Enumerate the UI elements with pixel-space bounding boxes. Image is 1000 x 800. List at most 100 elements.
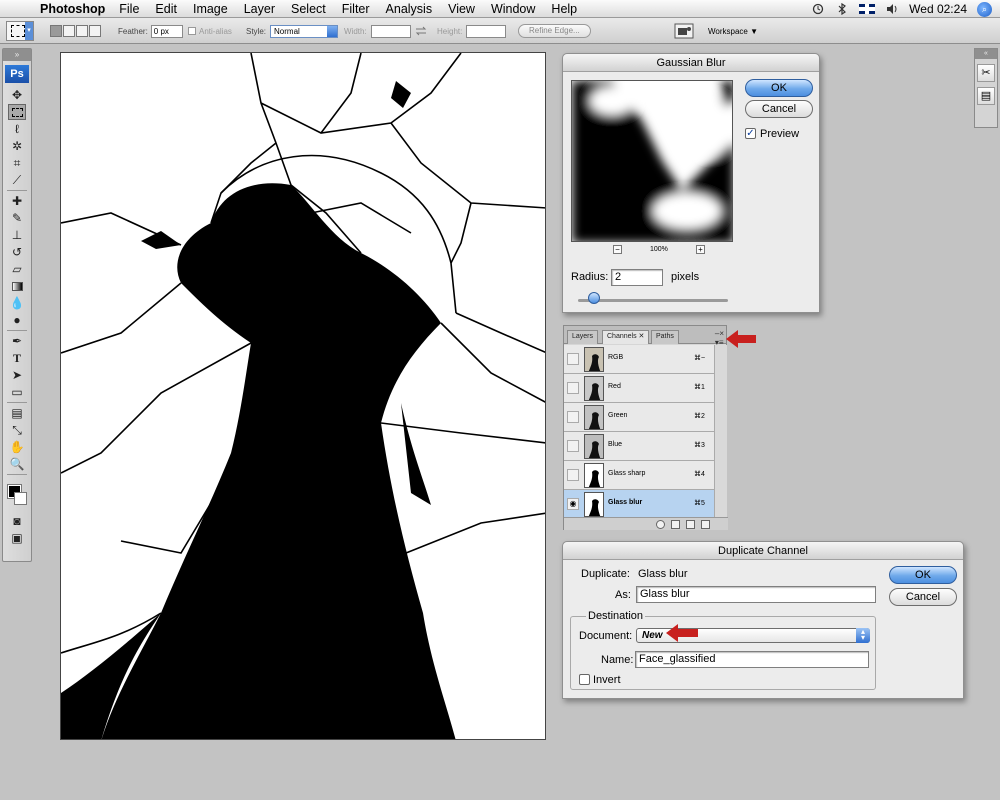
menu-view[interactable]: View [448, 2, 475, 16]
width-input[interactable] [370, 24, 411, 38]
height-input[interactable] [466, 24, 507, 38]
trash-icon[interactable] [701, 519, 710, 529]
ok-button[interactable]: OK [745, 79, 813, 97]
zoom-tool-icon[interactable]: 🔍 [8, 456, 26, 472]
tool-preset-picker[interactable]: ▾ [6, 18, 42, 44]
channel-row-glass-sharp[interactable]: Glass sharp ⌘4 [564, 461, 714, 490]
menu-select[interactable]: Select [291, 2, 326, 16]
menu-edit[interactable]: Edit [155, 2, 177, 16]
time-machine-icon[interactable] [811, 3, 825, 15]
tools-dock-icon[interactable]: ✂ [977, 64, 995, 82]
channel-name: Green [608, 412, 628, 419]
ok-button[interactable]: OK [889, 566, 957, 584]
channel-shortcut: ⌘2 [694, 413, 705, 420]
menu-file[interactable]: File [119, 2, 139, 16]
as-input[interactable]: Glass blur [636, 586, 876, 603]
menu-analysis[interactable]: Analysis [386, 2, 433, 16]
clone-stamp-tool-icon[interactable]: ⊥ [8, 227, 26, 243]
radius-slider-thumb[interactable] [588, 292, 600, 304]
panel-dock-icon[interactable]: ▤ [977, 87, 995, 105]
channel-row-blue[interactable]: Blue ⌘3 [564, 432, 714, 461]
slice-tool-icon[interactable]: ⟋ [8, 172, 26, 188]
swap-dimensions-icon[interactable] [414, 25, 428, 37]
ps-logo[interactable]: Ps [5, 65, 29, 83]
pen-tool-icon[interactable]: ✒ [8, 333, 26, 349]
menu-layer[interactable]: Layer [244, 2, 275, 16]
save-selection-icon[interactable] [671, 519, 680, 529]
duplicate-channel-title[interactable]: Duplicate Channel [563, 542, 963, 560]
eye-icon[interactable]: ◉ [567, 498, 579, 510]
gradient-tool-icon[interactable] [8, 278, 26, 294]
gaussian-blur-title[interactable]: Gaussian Blur [563, 54, 819, 72]
radius-input[interactable]: 2 [611, 269, 663, 286]
name-input[interactable]: Face_glassified [635, 651, 869, 668]
channel-row-green[interactable]: Green ⌘2 [564, 403, 714, 432]
brush-tool-icon[interactable]: ✎ [8, 210, 26, 226]
refine-edge-button[interactable]: Refine Edge... [518, 24, 591, 38]
style-select[interactable]: Normal [270, 24, 339, 38]
tab-paths[interactable]: Paths [651, 330, 679, 344]
volume-icon[interactable] [885, 3, 899, 15]
radius-slider-track[interactable] [578, 299, 728, 302]
menu-filter[interactable]: Filter [342, 2, 370, 16]
preview-checkbox[interactable]: ✓ [745, 128, 756, 139]
input-menu-flag-icon[interactable] [859, 4, 876, 14]
anti-alias-checkbox[interactable] [188, 27, 196, 35]
eyedropper-tool-icon[interactable]: ⤡ [8, 422, 26, 438]
visibility-toggle[interactable] [567, 411, 579, 423]
cancel-button[interactable]: Cancel [889, 588, 957, 606]
visibility-toggle[interactable] [567, 469, 579, 481]
dock-grip[interactable]: « [975, 49, 997, 59]
bluetooth-icon[interactable] [835, 3, 849, 15]
hand-tool-icon[interactable]: ✋ [8, 439, 26, 455]
zoom-out-button[interactable]: − [613, 245, 622, 254]
type-tool-icon[interactable]: T [8, 350, 26, 366]
menubar-clock[interactable]: Wed 02:24 [909, 2, 967, 16]
spotlight-icon[interactable]: ⌕ [977, 1, 992, 17]
screen-mode-icon[interactable]: ▣ [8, 530, 26, 546]
menu-image[interactable]: Image [193, 2, 228, 16]
healing-brush-tool-icon[interactable]: ✚ [8, 193, 26, 209]
visibility-toggle[interactable] [567, 353, 579, 365]
visibility-toggle[interactable] [567, 382, 579, 394]
add-selection-button[interactable] [63, 25, 75, 37]
load-selection-icon[interactable] [656, 519, 665, 529]
tab-channels[interactable]: Channels ✕ [602, 330, 650, 344]
channels-scrollbar[interactable] [714, 345, 727, 517]
blur-preview[interactable] [571, 80, 733, 242]
panel-grip[interactable]: » [3, 49, 31, 61]
magic-wand-tool-icon[interactable]: ✲ [8, 138, 26, 154]
eraser-tool-icon[interactable]: ▱ [8, 261, 26, 277]
visibility-toggle[interactable] [567, 440, 579, 452]
history-brush-tool-icon[interactable]: ↺ [8, 244, 26, 260]
new-channel-icon[interactable] [686, 519, 695, 529]
subtract-selection-button[interactable] [76, 25, 88, 37]
channel-row-glass-blur[interactable]: ◉ Glass blur ⌘5 [564, 490, 714, 517]
blur-tool-icon[interactable]: 💧 [8, 295, 26, 311]
quick-mask-icon[interactable]: ◙ [8, 513, 26, 529]
marquee-tool-icon[interactable] [8, 104, 26, 120]
channel-row-red[interactable]: Red ⌘1 [564, 374, 714, 403]
background-color-swatch[interactable] [14, 492, 27, 505]
path-selection-tool-icon[interactable]: ➤ [8, 367, 26, 383]
move-tool-icon[interactable]: ✥ [8, 87, 26, 103]
workspace-button[interactable]: Workspace ▼ [708, 27, 758, 36]
intersect-selection-button[interactable] [89, 25, 101, 37]
menu-help[interactable]: Help [551, 2, 577, 16]
crop-tool-icon[interactable]: ⌗ [8, 155, 26, 171]
feather-input[interactable]: 0 px [150, 24, 183, 38]
shape-tool-icon[interactable]: ▭ [8, 384, 26, 400]
menu-app-name[interactable]: Photoshop [40, 2, 105, 16]
menu-window[interactable]: Window [491, 2, 535, 16]
channel-row-rgb[interactable]: RGB ⌘~ [564, 345, 714, 374]
notes-tool-icon[interactable]: ▤ [8, 405, 26, 421]
tab-layers[interactable]: Layers [567, 330, 599, 344]
document-canvas[interactable] [60, 52, 546, 740]
lasso-tool-icon[interactable]: ℓ [8, 121, 26, 137]
zoom-in-button[interactable]: + [695, 245, 705, 254]
invert-checkbox[interactable] [579, 674, 590, 685]
new-selection-button[interactable] [50, 25, 62, 37]
file-browser-icon[interactable] [674, 23, 694, 39]
cancel-button[interactable]: Cancel [745, 100, 813, 118]
dodge-tool-icon[interactable]: ● [8, 312, 26, 328]
